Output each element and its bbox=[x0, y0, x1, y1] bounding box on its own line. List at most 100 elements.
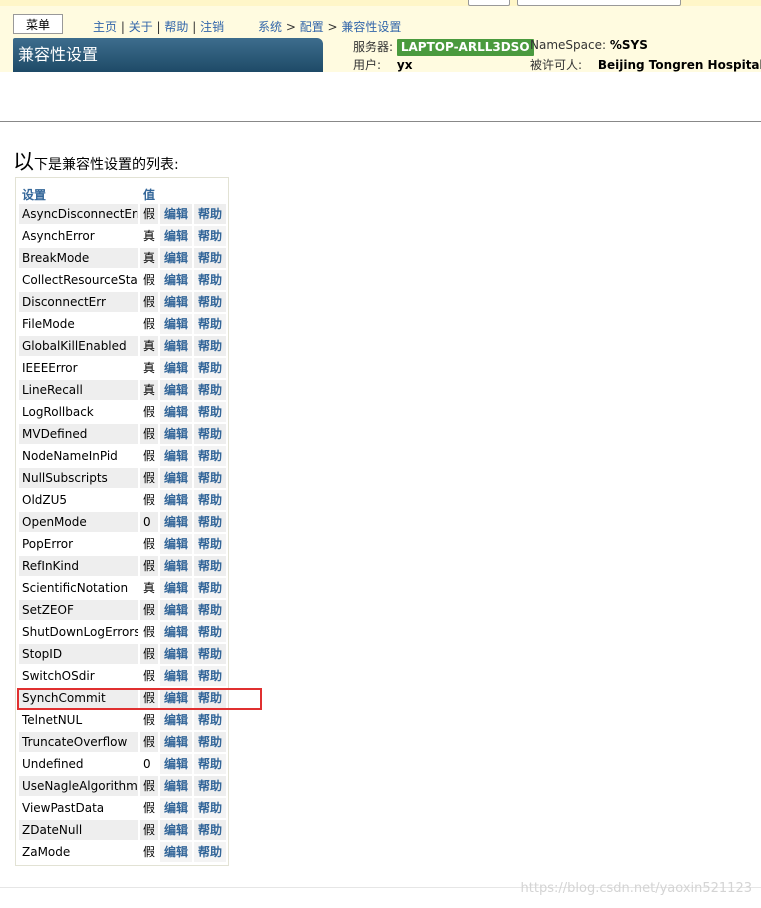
edit-link[interactable]: 编辑 bbox=[160, 600, 192, 620]
setting-value: 假 bbox=[140, 468, 158, 488]
table-row: LogRollback 假编辑 帮助 bbox=[19, 402, 227, 422]
edit-link[interactable]: 编辑 bbox=[160, 292, 192, 312]
help-link[interactable]: 帮助 bbox=[194, 424, 226, 444]
licensee-value: Beijing Tongren Hospital bbox=[597, 58, 761, 72]
help-link[interactable]: 帮助 bbox=[194, 336, 226, 356]
edit-link[interactable]: 编辑 bbox=[160, 446, 192, 466]
breadcrumb: 系统 > 配置 > 兼容性设置 bbox=[258, 20, 402, 34]
edit-link[interactable]: 编辑 bbox=[160, 710, 192, 730]
setting-name: RefInKind bbox=[19, 556, 138, 576]
setting-value: 假 bbox=[143, 713, 156, 727]
help-link[interactable]: 帮助 bbox=[194, 380, 226, 400]
edit-link[interactable]: 编辑 bbox=[160, 556, 192, 576]
edit-link[interactable]: 编辑 bbox=[160, 534, 192, 554]
edit-link[interactable]: 编辑 bbox=[160, 776, 192, 796]
help-link[interactable]: 帮助 bbox=[194, 402, 226, 422]
edit-link[interactable]: 编辑 bbox=[160, 578, 192, 598]
edit-link[interactable]: 编辑 bbox=[160, 204, 192, 224]
setting-name: ScientificNotation bbox=[22, 581, 129, 595]
setting-name: TelnetNUL bbox=[22, 713, 83, 727]
setting-name: AsynchError bbox=[22, 229, 95, 243]
setting-name: NodeNameInPid bbox=[22, 449, 118, 463]
edit-link[interactable]: 编辑 bbox=[160, 380, 192, 400]
nav-link-help[interactable]: 帮助 bbox=[164, 20, 188, 34]
edit-link[interactable]: 编辑 bbox=[160, 226, 192, 246]
edit-link[interactable]: 编辑 bbox=[160, 490, 192, 510]
help-link[interactable]: 帮助 bbox=[194, 622, 226, 642]
setting-name: CollectResourceStats bbox=[22, 273, 138, 287]
edit-link[interactable]: 编辑 bbox=[160, 336, 192, 356]
help-link[interactable]: 帮助 bbox=[194, 644, 226, 664]
edit-link[interactable]: 编辑 bbox=[160, 798, 192, 818]
help-link[interactable]: 帮助 bbox=[194, 776, 226, 796]
help-link[interactable]: 帮助 bbox=[194, 666, 226, 686]
help-link[interactable]: 帮助 bbox=[194, 512, 226, 532]
setting-value: 0 bbox=[140, 512, 158, 532]
help-link[interactable]: 帮助 bbox=[194, 490, 226, 510]
help-link[interactable]: 帮助 bbox=[194, 248, 226, 268]
watermark: https://blog.csdn.net/yaoxin521123 bbox=[520, 881, 752, 896]
setting-value: 假 bbox=[143, 669, 156, 683]
edit-link[interactable]: 编辑 bbox=[160, 314, 192, 334]
user-label: 用户: bbox=[353, 58, 382, 72]
help-link[interactable]: 帮助 bbox=[194, 600, 226, 620]
edit-link[interactable]: 编辑 bbox=[160, 622, 192, 642]
help-link[interactable]: 帮助 bbox=[194, 270, 226, 290]
table-row: CollectResourceStats 假编辑 帮助 bbox=[19, 270, 227, 290]
setting-name: PopError bbox=[22, 537, 74, 551]
help-link[interactable]: 帮助 bbox=[194, 732, 226, 752]
help-link[interactable]: 帮助 bbox=[194, 578, 226, 598]
nav-link-home[interactable]: 主页 bbox=[93, 20, 117, 34]
header: 菜单 主页 | 关于 | 帮助 | 注销 系统 > 配置 > 兼容性设置 兼容性… bbox=[0, 6, 761, 72]
edit-link[interactable]: 编辑 bbox=[160, 270, 192, 290]
setting-name: StopID bbox=[19, 644, 138, 664]
help-link[interactable]: 帮助 bbox=[194, 226, 226, 246]
edit-link[interactable]: 编辑 bbox=[160, 842, 192, 862]
nav-link-about[interactable]: 关于 bbox=[129, 20, 153, 34]
help-link[interactable]: 帮助 bbox=[194, 556, 226, 576]
edit-link[interactable]: 编辑 bbox=[160, 512, 192, 532]
table-row: SetZEOF 假编辑 帮助 bbox=[19, 600, 227, 620]
list-heading-initial: 以 bbox=[13, 150, 34, 174]
help-link[interactable]: 帮助 bbox=[194, 842, 226, 862]
edit-link[interactable]: 编辑 bbox=[160, 644, 192, 664]
list-heading: 以下是兼容性设置的列表: bbox=[13, 146, 179, 176]
help-link[interactable]: 帮助 bbox=[194, 754, 226, 774]
help-link[interactable]: 帮助 bbox=[194, 468, 226, 488]
edit-link[interactable]: 编辑 bbox=[160, 754, 192, 774]
help-link[interactable]: 帮助 bbox=[194, 314, 226, 334]
namespace-value: %SYS bbox=[609, 38, 648, 52]
edit-link[interactable]: 编辑 bbox=[160, 248, 192, 268]
table-row: AsyncDisconnectErr 假编辑 帮助 bbox=[19, 204, 227, 224]
menu-button[interactable]: 菜单 bbox=[13, 14, 63, 34]
server-label: 服务器: bbox=[353, 40, 394, 54]
help-link[interactable]: 帮助 bbox=[194, 798, 226, 818]
edit-link[interactable]: 编辑 bbox=[160, 468, 192, 488]
help-link[interactable]: 帮助 bbox=[194, 292, 226, 312]
help-link[interactable]: 帮助 bbox=[194, 204, 226, 224]
help-link[interactable]: 帮助 bbox=[194, 710, 226, 730]
edit-link[interactable]: 编辑 bbox=[160, 358, 192, 378]
help-link[interactable]: 帮助 bbox=[194, 358, 226, 378]
setting-name: Undefined bbox=[22, 757, 84, 771]
edit-link[interactable]: 编辑 bbox=[160, 666, 192, 686]
edit-link[interactable]: 编辑 bbox=[160, 424, 192, 444]
edit-link[interactable]: 编辑 bbox=[160, 402, 192, 422]
table-row: PopError 假编辑 帮助 bbox=[19, 534, 227, 554]
table-row: StopID 假编辑 帮助 bbox=[19, 644, 227, 664]
breadcrumb-system[interactable]: 系统 bbox=[258, 20, 282, 34]
edit-link[interactable]: 编辑 bbox=[160, 820, 192, 840]
table-row: GlobalKillEnabled 真编辑 帮助 bbox=[19, 336, 227, 356]
breadcrumb-compat[interactable]: 兼容性设置 bbox=[341, 20, 401, 34]
table-row: OpenMode 0 编辑 帮助 bbox=[19, 512, 227, 532]
list-heading-text: 下是兼容性设置的列表: bbox=[34, 157, 179, 173]
setting-value: 真 bbox=[140, 336, 158, 356]
help-link[interactable]: 帮助 bbox=[194, 820, 226, 840]
help-link[interactable]: 帮助 bbox=[194, 446, 226, 466]
table-row: TruncateOverflow 假编辑 帮助 bbox=[19, 732, 227, 752]
nav-link-logout[interactable]: 注销 bbox=[200, 20, 224, 34]
setting-name: ShutDownLogErrors bbox=[22, 625, 138, 639]
breadcrumb-config[interactable]: 配置 bbox=[300, 20, 324, 34]
edit-link[interactable]: 编辑 bbox=[160, 732, 192, 752]
help-link[interactable]: 帮助 bbox=[194, 534, 226, 554]
